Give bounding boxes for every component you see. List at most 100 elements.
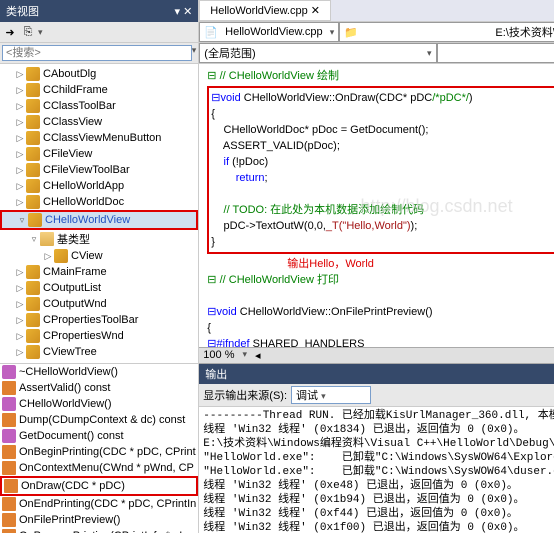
- tree-item-CFileViewToolBar[interactable]: ▷CFileViewToolBar: [0, 162, 198, 178]
- tab-close-icon[interactable]: ✕: [311, 5, 320, 17]
- scope-row: (全局范围)▾ ▾: [199, 43, 554, 64]
- class-tree[interactable]: ▷CAboutDlg▷CChildFrame▷CClassToolBar▷CCl…: [0, 64, 198, 363]
- scope-combo[interactable]: (全局范围)▾: [199, 43, 436, 63]
- expander-icon[interactable]: ▿: [28, 233, 40, 245]
- zoom-level[interactable]: 100 %: [203, 349, 234, 362]
- toolbar-btn-2[interactable]: ⎘: [20, 24, 36, 40]
- class-icon: [26, 313, 40, 327]
- expander-icon[interactable]: ▿: [16, 214, 28, 226]
- output-title: 输出: [199, 364, 554, 384]
- expander-icon[interactable]: ▷: [14, 180, 26, 192]
- highlighted-code-block: ⊟void CHelloWorldView::OnDraw(CDC* pDC/*…: [207, 86, 554, 254]
- output-source-label: 显示输出来源(S):: [203, 387, 287, 403]
- member-DumpCDumpContextdcconst[interactable]: Dump(CDumpContext & dc) const: [0, 412, 198, 428]
- tree-item-CPropertiesToolBar[interactable]: ▷CPropertiesToolBar: [0, 312, 198, 328]
- editor-status-bar: 100 %▾ ◂: [199, 347, 554, 363]
- tree-item-基类型[interactable]: ▿基类型: [0, 230, 198, 248]
- key-icon: [2, 529, 16, 533]
- expander-icon[interactable]: ▷: [14, 132, 26, 144]
- tree-item-CClassView[interactable]: ▷CClassView: [0, 114, 198, 130]
- method-icon: [2, 397, 16, 411]
- tree-item-CHelloWorldView[interactable]: ▿CHelloWorldView: [0, 210, 198, 230]
- key-icon: [4, 479, 18, 493]
- method-icon: [2, 429, 16, 443]
- expander-icon[interactable]: ▷: [14, 116, 26, 128]
- class-icon: [26, 345, 40, 359]
- expander-icon[interactable]: ▷: [14, 346, 26, 358]
- expander-icon[interactable]: ▷: [14, 100, 26, 112]
- output-text[interactable]: ---------Thread RUN. 已经加载KisUrlManager_3…: [199, 407, 554, 533]
- member-OnPreparePrintingCPrintInfopI[interactable]: OnPreparePrinting(CPrintInfo * pI: [0, 528, 198, 533]
- class-view-pane: 类视图 ▾ ✕ ➜ ⎘ ▾ ▾ ▷CAboutDlg▷CChildFrame▷C…: [0, 0, 199, 533]
- tree-item-CFileView[interactable]: ▷CFileView: [0, 146, 198, 162]
- search-input[interactable]: [2, 45, 192, 61]
- class-icon: [26, 67, 40, 81]
- class-icon: [28, 213, 42, 227]
- key-icon: [2, 413, 16, 427]
- member-OnContextMenuCWndpWndCP[interactable]: OnContextMenu(CWnd * pWnd, CP: [0, 460, 198, 476]
- editor-pane: HelloWorldView.cpp ✕ 📄 HelloWorldView.cp…: [199, 0, 554, 533]
- class-icon: [26, 115, 40, 129]
- key-icon: [2, 461, 16, 475]
- expander-icon[interactable]: ▷: [14, 330, 26, 342]
- class-icon: [26, 83, 40, 97]
- member-list[interactable]: ~CHelloWorldView()AssertValid() constCHe…: [0, 363, 198, 533]
- tree-item-CAboutDlg[interactable]: ▷CAboutDlg: [0, 66, 198, 82]
- expander-icon[interactable]: ▷: [14, 266, 26, 278]
- class-icon: [26, 179, 40, 193]
- output-source-select[interactable]: 调试 ▾: [291, 386, 371, 404]
- tree-item-CChildFrame[interactable]: ▷CChildFrame: [0, 82, 198, 98]
- search-dropdown-icon[interactable]: ▾: [192, 45, 197, 61]
- expander-icon[interactable]: ▷: [14, 68, 26, 80]
- class-view-title: 类视图 ▾ ✕: [0, 0, 198, 22]
- nav-combo-row: 📄 HelloWorldView.cpp▾ 📁 E:\技术资料\Windows编…: [199, 22, 554, 43]
- tree-item-CView[interactable]: ▷CView: [0, 248, 198, 264]
- member-OnFilePrintPreview[interactable]: OnFilePrintPreview(): [0, 512, 198, 528]
- class-icon: [26, 297, 40, 311]
- tree-item-CHelloWorldApp[interactable]: ▷CHelloWorldApp: [0, 178, 198, 194]
- class-icon: [26, 195, 40, 209]
- member-CHelloWorldView[interactable]: ~CHelloWorldView(): [0, 364, 198, 380]
- tree-item-CHelloWorldDoc[interactable]: ▷CHelloWorldDoc: [0, 194, 198, 210]
- expander-icon[interactable]: ▷: [14, 298, 26, 310]
- tree-item-CClassToolBar[interactable]: ▷CClassToolBar: [0, 98, 198, 114]
- member-OnBeginPrintingCDCpDCCPrint[interactable]: OnBeginPrinting(CDC * pDC, CPrint: [0, 444, 198, 460]
- method-icon: [2, 365, 16, 379]
- expander-icon[interactable]: ▷: [14, 314, 26, 326]
- class-view-toolbar: ➜ ⎘ ▾: [0, 22, 198, 43]
- annotation: 输出Hello，World: [207, 256, 554, 272]
- code-editor[interactable]: ⊟ // CHelloWorldView 绘制 ⊟void CHelloWorl…: [199, 64, 554, 347]
- member-OnEndPrintingCDCpDCCPrintIn[interactable]: OnEndPrinting(CDC * pDC, CPrintIn: [0, 496, 198, 512]
- file-tab-bar: HelloWorldView.cpp ✕: [199, 0, 554, 22]
- close-icon[interactable]: ▾ ✕: [175, 5, 193, 18]
- tree-item-CMainFrame[interactable]: ▷CMainFrame: [0, 264, 198, 280]
- member-AssertValidconst[interactable]: AssertValid() const: [0, 380, 198, 396]
- expander-icon[interactable]: ▷: [14, 84, 26, 96]
- file-tab[interactable]: HelloWorldView.cpp ✕: [199, 0, 331, 21]
- class-icon: [26, 131, 40, 145]
- member-combo[interactable]: ▾: [437, 43, 554, 63]
- tree-item-CViewTree[interactable]: ▷CViewTree: [0, 344, 198, 360]
- tree-item-COutputList[interactable]: ▷COutputList: [0, 280, 198, 296]
- toolbar-btn-1[interactable]: ➜: [2, 24, 18, 40]
- key-icon: [2, 497, 16, 511]
- tree-item-COutputWnd[interactable]: ▷COutputWnd: [0, 296, 198, 312]
- member-CHelloWorldView[interactable]: CHelloWorldView(): [0, 396, 198, 412]
- class-icon: [54, 249, 68, 263]
- class-icon: [26, 99, 40, 113]
- expander-icon[interactable]: ▷: [14, 164, 26, 176]
- search-row: ▾: [0, 43, 198, 64]
- member-OnDrawCDCpDC[interactable]: OnDraw(CDC * pDC): [0, 476, 198, 496]
- tree-item-CClassViewMenuButton[interactable]: ▷CClassViewMenuButton: [0, 130, 198, 146]
- output-toolbar: 显示输出来源(S): 调试 ▾: [199, 384, 554, 407]
- path-combo[interactable]: 📁 E:\技术资料\Windows编程资料\Visu: [339, 22, 554, 42]
- tree-item-CPropertiesWnd[interactable]: ▷CPropertiesWnd: [0, 328, 198, 344]
- expander-icon[interactable]: ▷: [14, 282, 26, 294]
- expander-icon[interactable]: ▷: [14, 148, 26, 160]
- file-combo[interactable]: 📄 HelloWorldView.cpp▾: [199, 22, 339, 42]
- class-icon: [26, 147, 40, 161]
- expander-icon[interactable]: ▷: [14, 196, 26, 208]
- expander-icon[interactable]: ▷: [42, 250, 54, 262]
- member-GetDocumentconst[interactable]: GetDocument() const: [0, 428, 198, 444]
- class-icon: [26, 281, 40, 295]
